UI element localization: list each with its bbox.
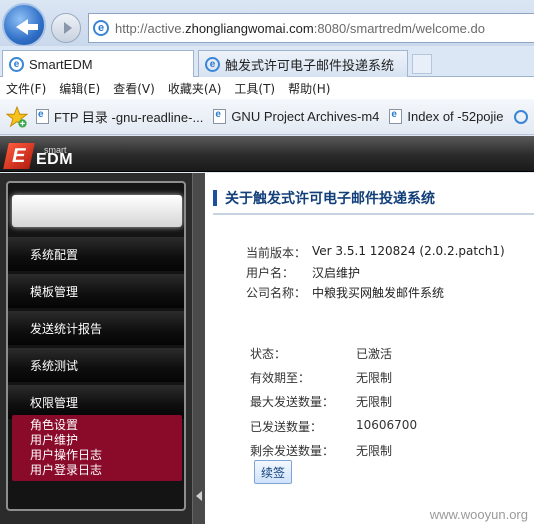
app-header: E smart EDM: [0, 136, 534, 172]
new-tab-button[interactable]: [412, 54, 432, 74]
sidebar-item-send-report[interactable]: 发送统计报告: [8, 311, 184, 345]
username-value: 汉启维护: [312, 266, 361, 280]
status-sent-count: 已发送数量： 10606700: [250, 418, 417, 435]
username-label: 用户名：: [246, 266, 295, 280]
favorites-star-icon[interactable]: [5, 105, 29, 128]
menu-view[interactable]: 查看(V): [113, 80, 155, 97]
sidebar-item-template-management[interactable]: 模板管理: [8, 274, 184, 308]
submenu-user-maintenance[interactable]: 用户维护: [30, 433, 182, 448]
page-title: 关于触发式许可电子邮件投递系统: [225, 191, 435, 207]
tab-label: 触发式许可电子邮件投递系统: [225, 57, 395, 73]
company-label: 公司名称：: [246, 286, 307, 300]
main-content: 关于触发式许可电子邮件投递系统 当前版本： Ver 3.5.1 120824 (…: [205, 173, 534, 524]
menu-favorites[interactable]: 收藏夹(A): [168, 80, 222, 97]
menu-help[interactable]: 帮助(H): [288, 80, 330, 97]
menu-tools[interactable]: 工具(T): [234, 80, 275, 97]
expiry-value: 无限制: [356, 371, 393, 385]
tab-label: SmartEDM: [29, 56, 93, 72]
company-value: 中粮我买网触发邮件系统: [312, 286, 445, 300]
sent-count-value: 10606700: [356, 418, 418, 432]
title-marker: [213, 190, 217, 206]
address-bar[interactable]: e http://active.zhongliangwomai.com:8080…: [88, 13, 534, 43]
sidebar-splitter[interactable]: [192, 173, 205, 524]
favorite-link-ftp[interactable]: FTP 目录 -gnu-readline-...: [36, 107, 203, 126]
tab-strip: e SmartEDM e 触发式许可电子邮件投递系统: [0, 46, 534, 77]
url-text: http://active.zhongliangwomai.com:8080/s…: [115, 20, 485, 36]
sidebar-item-permission-management[interactable]: 权限管理: [8, 385, 184, 419]
ie-icon[interactable]: [513, 109, 528, 124]
tab-edm-system[interactable]: e 触发式许可电子邮件投递系统: [198, 50, 408, 77]
status-remaining: 剩余发送数量： 无限制: [250, 442, 392, 459]
sidebar-frame: 系统配置 模板管理 发送统计报告 系统测试 权限管理 角色设置 用户维护 用户操…: [0, 173, 205, 524]
back-button[interactable]: [2, 3, 46, 47]
menu-bar: 文件(F) 编辑(E) 查看(V) 收藏夹(A) 工具(T) 帮助(H): [0, 77, 534, 99]
permission-submenu: 角色设置 用户维护 用户操作日志 用户登录日志: [12, 415, 182, 481]
menu-edit[interactable]: 编辑(E): [59, 80, 100, 97]
favorite-link-52pojie[interactable]: Index of -52pojie: [389, 109, 504, 124]
ie-icon: e: [205, 56, 220, 72]
status-max-send: 最大发送数量： 无限制: [250, 393, 392, 410]
page-icon: [213, 109, 227, 124]
info-username: 用户名： 汉启维护: [246, 264, 360, 281]
max-send-value: 无限制: [356, 395, 393, 409]
sidebar: 系统配置 模板管理 发送统计报告 系统测试 权限管理 角色设置 用户维护 用户操…: [6, 181, 186, 511]
status-label: 状态：: [250, 347, 287, 361]
submenu-user-login-log[interactable]: 用户登录日志: [30, 463, 182, 478]
status-expiry: 有效期至： 无限制: [250, 369, 392, 386]
menu-file[interactable]: 文件(F): [6, 80, 46, 97]
smartedm-logo: E smart EDM: [3, 139, 73, 169]
browser-toolbar: e http://active.zhongliangwomai.com:8080…: [0, 0, 534, 47]
page-icon: [389, 109, 403, 124]
remaining-value: 无限制: [356, 444, 393, 458]
ie-icon: e: [9, 56, 24, 72]
submenu-user-operation-log[interactable]: 用户操作日志: [30, 448, 182, 463]
logo-small-text: smart: [44, 145, 67, 155]
version-value: Ver 3.5.1 120824 (2.0.2.patch1): [312, 244, 505, 258]
logo-mark: E: [3, 143, 35, 169]
sidebar-item-system-test[interactable]: 系统测试: [8, 348, 184, 382]
remaining-label: 剩余发送数量：: [250, 444, 335, 458]
max-send-label: 最大发送数量：: [250, 395, 335, 409]
title-bar: 关于触发式许可电子邮件投递系统: [213, 183, 534, 215]
sidebar-header: [12, 195, 182, 227]
submenu-role-settings[interactable]: 角色设置: [30, 418, 182, 433]
page-icon: [36, 109, 49, 124]
sidebar-item-system-config[interactable]: 系统配置: [8, 237, 184, 271]
watermark: www.wooyun.org: [429, 507, 528, 522]
ie-icon: e: [93, 20, 109, 36]
back-arrow-icon: [26, 24, 38, 30]
tab-smartedm[interactable]: e SmartEDM: [2, 50, 194, 77]
status-value: 已激活: [356, 347, 393, 361]
forward-button[interactable]: [51, 13, 81, 43]
status-activation: 状态： 已激活: [250, 345, 392, 362]
renew-button[interactable]: 续签: [254, 460, 292, 484]
favorites-bar: FTP 目录 -gnu-readline-... GNU Project Arc…: [0, 99, 534, 135]
sent-count-label: 已发送数量：: [250, 420, 323, 434]
info-version: 当前版本： Ver 3.5.1 120824 (2.0.2.patch1): [246, 244, 505, 261]
favorite-link-gnu[interactable]: GNU Project Archives-m4: [213, 109, 379, 124]
version-label: 当前版本：: [246, 246, 307, 260]
collapse-arrow-icon[interactable]: [196, 491, 202, 501]
expiry-label: 有效期至：: [250, 371, 311, 385]
info-company: 公司名称： 中粮我买网触发邮件系统: [246, 284, 444, 301]
